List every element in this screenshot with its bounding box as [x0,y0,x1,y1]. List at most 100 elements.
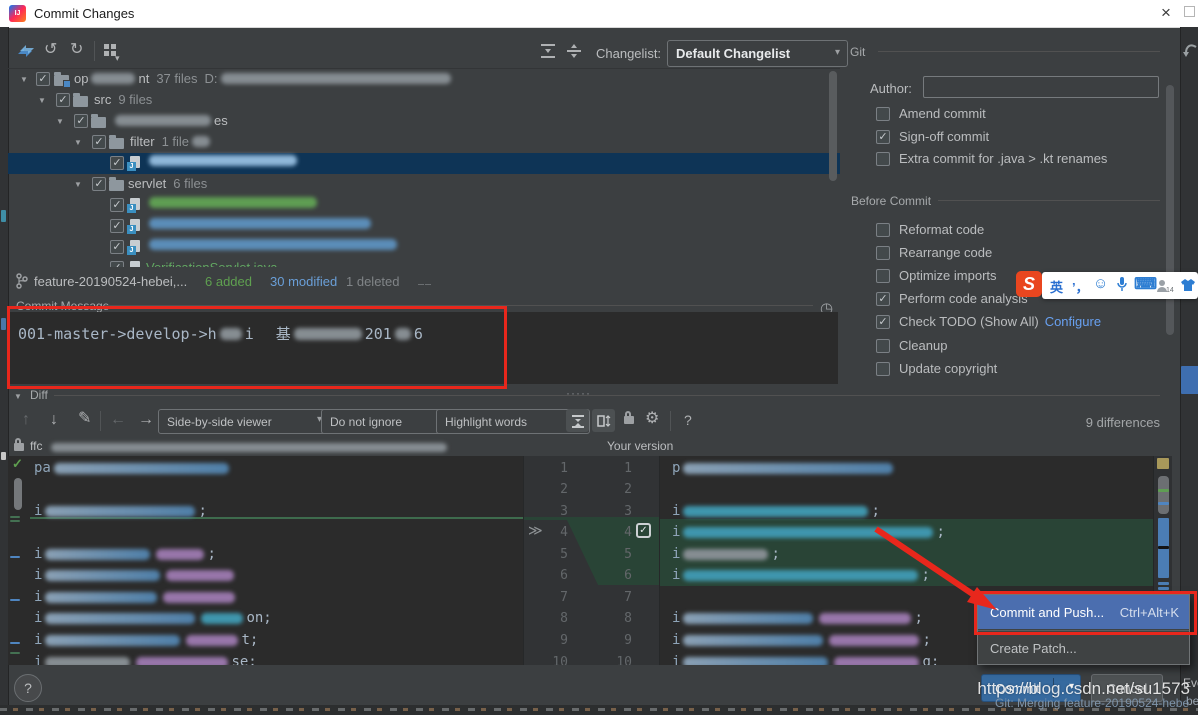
tree-row-label: VerificationServlet.java [146,260,278,267]
tree-row-file[interactable]: ✓ J [8,195,840,216]
modified-count: 30 modified [270,274,337,289]
option-rearrange-code[interactable]: Rearrange code [876,245,992,260]
splitter-grip[interactable]: ····· [566,386,591,400]
checkbox-checked[interactable]: ✓ [876,292,890,306]
ime-punctuation-toggle[interactable]: ’， [1072,277,1089,296]
checkbox[interactable] [876,362,890,376]
include-change-checkbox[interactable]: ✓ [636,523,651,538]
configure-link[interactable]: Configure [1045,314,1101,329]
tree-row-file[interactable]: ✓ J VerificationServlet.java [8,258,840,267]
emoji-icon[interactable]: ☺ [1093,275,1108,292]
changelist-dropdown[interactable]: Default Changelist ▾ [667,40,848,67]
expand-arrow-icon[interactable]: ▼ [74,180,82,189]
checkbox[interactable]: ✓ [92,177,106,191]
checkbox[interactable]: ✓ [36,72,50,86]
checkbox[interactable]: ✓ [92,135,106,149]
checkbox[interactable]: ✓ [74,114,88,128]
refresh-icon[interactable]: ↻ [70,42,83,58]
checkbox[interactable]: ✓ [110,261,124,267]
option-cleanup[interactable]: Cleanup [876,338,947,353]
line-number: 7 [526,587,568,608]
checkbox[interactable] [876,152,890,166]
skin-shirt-icon[interactable] [1180,278,1196,293]
tree-row-src[interactable]: ▼ ✓ src 9 files [8,90,840,111]
expand-all-icon[interactable] [540,43,556,59]
tree-row-selected-file[interactable]: ✓ J [8,153,840,174]
checkbox[interactable]: ✓ [56,93,70,107]
expand-arrow-icon[interactable]: ▼ [56,117,64,126]
git-section-label: Git [850,45,865,59]
differences-count: 9 differences [1060,415,1160,430]
option-perform-code-analysis[interactable]: ✓ Perform code analysis [876,291,1028,306]
option-signoff-commit[interactable]: ✓ Sign-off commit [876,129,989,144]
annotation-rectangle-commit-and-push [974,591,1197,635]
group-by-chevron-icon[interactable]: ▾ [115,50,120,66]
collapse-all-icon[interactable] [566,43,582,59]
sogou-logo-icon[interactable]: S [1016,271,1042,297]
tree-row-label: filter [130,134,155,149]
annotation-rectangle-commit-message [7,306,507,389]
checkbox[interactable] [876,107,890,121]
expand-arrow-icon[interactable]: ▼ [38,96,46,105]
checkbox[interactable]: ✓ [110,198,124,212]
option-optimize-imports[interactable]: Optimize imports [876,268,997,283]
option-update-copyright[interactable]: Update copyright [876,361,997,376]
lock-icon[interactable] [624,416,634,424]
previous-file-icon[interactable]: ← [110,412,126,428]
tree-row-file[interactable]: ✓ J [8,237,840,258]
checkbox[interactable]: ✓ [110,219,124,233]
expand-arrow-icon[interactable]: ▼ [74,138,82,147]
viewer-mode-dropdown[interactable]: Side-by-side viewer ▾ [158,409,329,434]
checkbox-checked[interactable]: ✓ [876,315,890,329]
help-icon[interactable]: ? [684,412,692,428]
option-amend-commit[interactable]: Amend commit [876,106,986,121]
code-line: ig; [672,652,939,665]
left-scrollbar[interactable] [14,478,22,510]
checkbox[interactable] [876,269,890,283]
splitter-grip[interactable]: ┄┄ [418,280,432,291]
diff-collapse-arrow-icon[interactable]: ▼ [14,392,22,401]
tree-row-filter[interactable]: ▼ ✓ filter 1 file [8,132,840,153]
previous-difference-icon[interactable]: ↑ [22,412,30,428]
keyboard-icon[interactable]: ⌨ [1134,274,1157,294]
menu-item-create-patch[interactable]: Create Patch... [978,631,1189,665]
next-difference-icon[interactable]: ↓ [50,412,58,428]
tree-row-project[interactable]: ▼ ✓ opnt 37 files D: [8,69,840,90]
scrollbar-thumb[interactable] [1158,476,1169,514]
checkbox[interactable] [876,246,890,260]
code-line: i; [672,544,780,564]
help-button[interactable]: ? [14,674,42,702]
show-diff-icon[interactable] [16,41,36,61]
toolbar-separator [100,411,101,431]
edit-source-icon[interactable]: ✎ [78,411,91,427]
group-by-icon[interactable] [104,44,109,49]
checkbox[interactable] [876,223,890,237]
included-check-icon[interactable]: ✓ [12,456,23,472]
author-input[interactable] [923,76,1159,98]
rollback-icon[interactable]: ↺ [44,42,57,58]
checkbox-checked[interactable]: ✓ [876,130,890,144]
checkbox[interactable] [876,339,890,353]
option-extra-commit[interactable]: Extra commit for .java > .kt renames [876,151,1107,166]
tree-row-servlet[interactable]: ▼ ✓ servlet 6 files [8,174,840,195]
expand-arrow-icon[interactable]: ▼ [20,75,28,84]
sync-scroll-toggle[interactable] [592,409,615,432]
gear-icon[interactable]: ⚙ [645,411,659,427]
tree-scrollbar[interactable] [829,71,837,181]
line-number: 10 [590,652,632,665]
checkbox[interactable]: ✓ [110,240,124,254]
microphone-icon[interactable] [1116,276,1128,293]
tree-row-package[interactable]: ▼ ✓ es [8,111,840,132]
collapse-unchanged-toggle[interactable] [566,409,589,432]
option-reformat-code[interactable]: Reformat code [876,222,984,237]
code-line: i; [672,522,945,542]
tree-row-file[interactable]: ✓ J [8,216,840,237]
option-check-todo[interactable]: ✓ Check TODO (Show All) Configure [876,314,1101,329]
next-file-icon[interactable]: → [138,412,154,428]
line-number: 9 [590,630,632,651]
apply-change-chevron-icon[interactable]: ≫ [528,522,543,539]
line-number: 4 [590,522,632,543]
checkbox[interactable]: ✓ [110,156,124,170]
close-icon[interactable]: × [1150,0,1182,26]
ime-language-toggle[interactable]: 英 [1050,277,1063,296]
